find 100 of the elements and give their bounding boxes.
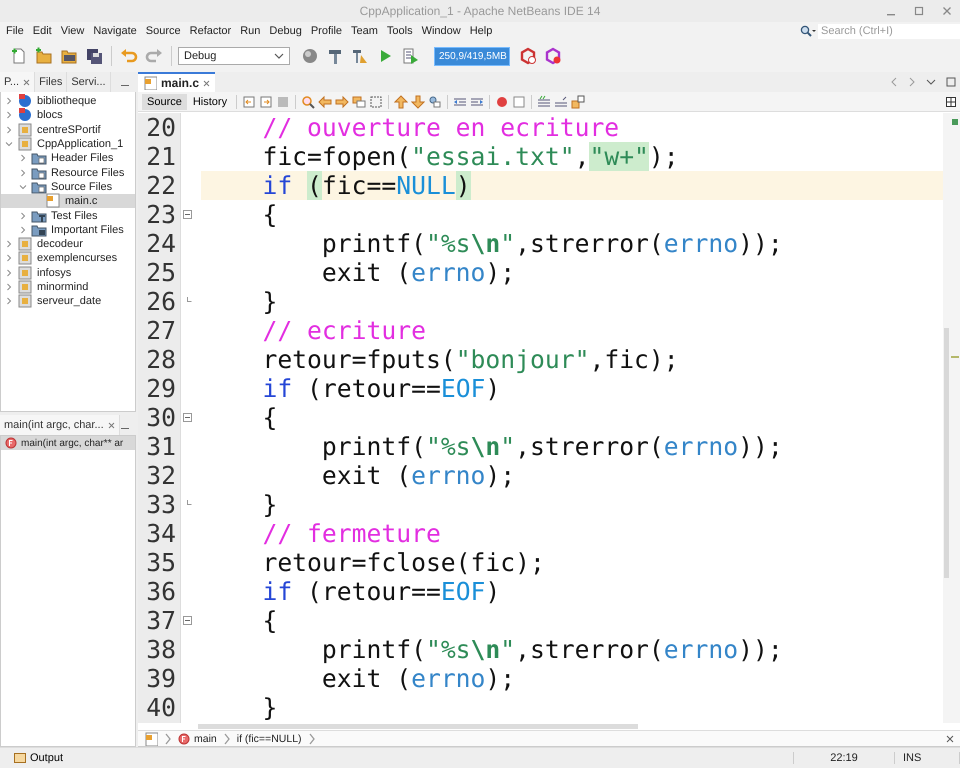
menu-item[interactable]: Edit	[32, 25, 59, 37]
tree-item[interactable]: minormind	[1, 280, 135, 294]
shapes-button[interactable]	[427, 94, 444, 110]
menu-item[interactable]: Profile	[310, 25, 350, 37]
configuration-dropdown[interactable]: Debug	[178, 47, 290, 65]
search-button[interactable]	[300, 94, 316, 110]
tree-item[interactable]: Important Files	[1, 222, 135, 237]
chevron-down-icon[interactable]	[5, 140, 13, 148]
line-number: 26	[145, 287, 177, 316]
maximize-icon[interactable]	[946, 77, 956, 87]
fold-collapse-icon[interactable]	[183, 616, 192, 625]
chevron-right-icon[interactable]	[908, 77, 916, 87]
close-icon[interactable]	[108, 422, 115, 428]
globe-project-icon	[17, 93, 33, 110]
selection-button[interactable]	[368, 94, 384, 110]
arrow-down-button[interactable]	[410, 94, 426, 110]
menu-item[interactable]: Help	[470, 25, 500, 37]
project-icon	[17, 250, 33, 266]
code-line: printf("%s\n",strerror(errno));	[320, 229, 783, 258]
editor-tab[interactable]: main.c	[138, 72, 216, 92]
forward-button[interactable]	[258, 94, 274, 110]
project-icon	[17, 122, 33, 138]
diagram-button[interactable]	[570, 94, 586, 110]
line-number: 32	[145, 461, 177, 490]
chevron-down-icon[interactable]	[19, 182, 27, 191]
arrow-left-button[interactable]	[317, 94, 334, 110]
menu-item[interactable]: Refactor	[190, 25, 238, 37]
navigator-item[interactable]: main(int argc, char** ar	[1, 436, 135, 450]
c-file-icon[interactable]	[144, 732, 158, 746]
close-icon[interactable]	[203, 80, 210, 86]
panel-tab[interactable]: Files	[35, 72, 68, 92]
chevron-down-icon[interactable]	[926, 78, 936, 86]
project-icon	[17, 236, 33, 252]
arrow-up-button[interactable]	[393, 94, 410, 110]
tree-item[interactable]: CppApplication_1	[1, 136, 135, 152]
arrow-left-icon	[318, 94, 332, 108]
fold-collapse-icon[interactable]	[183, 210, 192, 219]
scrollbar-thumb[interactable]	[198, 724, 638, 729]
tree-item[interactable]: bibliotheque	[1, 94, 135, 108]
tree-item[interactable]: centreSPortif	[1, 122, 135, 137]
panel-tab[interactable]: main(int argc, char...	[0, 415, 120, 435]
windows-button[interactable]	[351, 94, 368, 110]
menu-item[interactable]: Window	[422, 25, 468, 37]
close-icon[interactable]	[946, 734, 954, 742]
search-icon	[301, 94, 316, 108]
close-icon[interactable]	[942, 6, 952, 16]
panel-tab[interactable]: P...	[0, 72, 36, 92]
comment-icon	[537, 94, 552, 108]
arrow-right-button[interactable]	[334, 94, 350, 110]
menu-item[interactable]: View	[60, 25, 92, 37]
tree-item[interactable]: Header Files	[1, 151, 135, 166]
breadcrumb-item[interactable]: if (fic==NULL)	[236, 732, 302, 744]
chevron-left-icon[interactable]	[890, 77, 898, 87]
code-line: }	[261, 287, 278, 316]
function-icon	[178, 732, 190, 744]
output-button[interactable]: Output	[8, 751, 70, 765]
split-icon[interactable]	[946, 96, 956, 106]
code-line: if (retour==EOF)	[261, 374, 500, 403]
fold-collapse-icon[interactable]	[183, 413, 192, 422]
uncomment-button[interactable]	[553, 94, 570, 110]
code-line: retour=fclose(fic);	[261, 548, 545, 577]
menu-item[interactable]: Navigate	[93, 25, 144, 37]
tree-item[interactable]: blocs	[1, 108, 135, 123]
tree-item[interactable]: decodeur	[1, 236, 135, 252]
tree-item[interactable]: Source Files	[1, 180, 135, 194]
line-number: 21	[145, 142, 177, 171]
tree-item[interactable]: serveur_date	[1, 294, 135, 308]
line-number: 33	[145, 490, 177, 519]
menu-item[interactable]: File	[6, 25, 31, 37]
maximize-icon[interactable]	[914, 6, 924, 16]
chevron-down-icon	[274, 53, 284, 59]
tree-item[interactable]: Test Files	[1, 208, 135, 223]
menu-item[interactable]: Team	[351, 25, 385, 37]
tree-item[interactable]: Resource Files	[1, 165, 135, 180]
menu-item[interactable]: Tools	[386, 25, 420, 37]
menu-item[interactable]: Source	[146, 25, 188, 37]
tree-item[interactable]: infosys	[1, 266, 135, 280]
menu-item[interactable]: Debug	[269, 25, 309, 37]
comment-button[interactable]	[536, 94, 552, 110]
line-number: 22	[145, 171, 177, 200]
arrow-down-icon	[411, 94, 426, 108]
close-icon[interactable]	[23, 78, 30, 86]
view-tab[interactable]: History	[188, 94, 232, 110]
scrollbar-thumb[interactable]	[944, 328, 949, 578]
cursor-position: 22:19	[793, 752, 895, 764]
back-button[interactable]	[241, 94, 258, 110]
line-number: 35	[145, 548, 177, 577]
breadcrumb-item[interactable]: main	[178, 732, 217, 744]
tree-item[interactable]: exemplencurses	[1, 251, 135, 266]
view-tab[interactable]: Source	[142, 94, 187, 110]
code-line: exit (errno);	[320, 258, 516, 287]
tree-item[interactable]: main.c	[1, 194, 135, 208]
panel-tab[interactable]: Servi...	[67, 72, 111, 92]
insert-mode: INS	[899, 752, 960, 764]
memory-usage-bar[interactable]: 250,9/419,5MB	[434, 46, 510, 66]
line-number: 24	[145, 229, 177, 258]
shapes-icon	[428, 94, 442, 108]
menu-item[interactable]: Run	[240, 25, 268, 37]
output-icon	[14, 752, 26, 764]
stop-button[interactable]	[511, 94, 528, 110]
